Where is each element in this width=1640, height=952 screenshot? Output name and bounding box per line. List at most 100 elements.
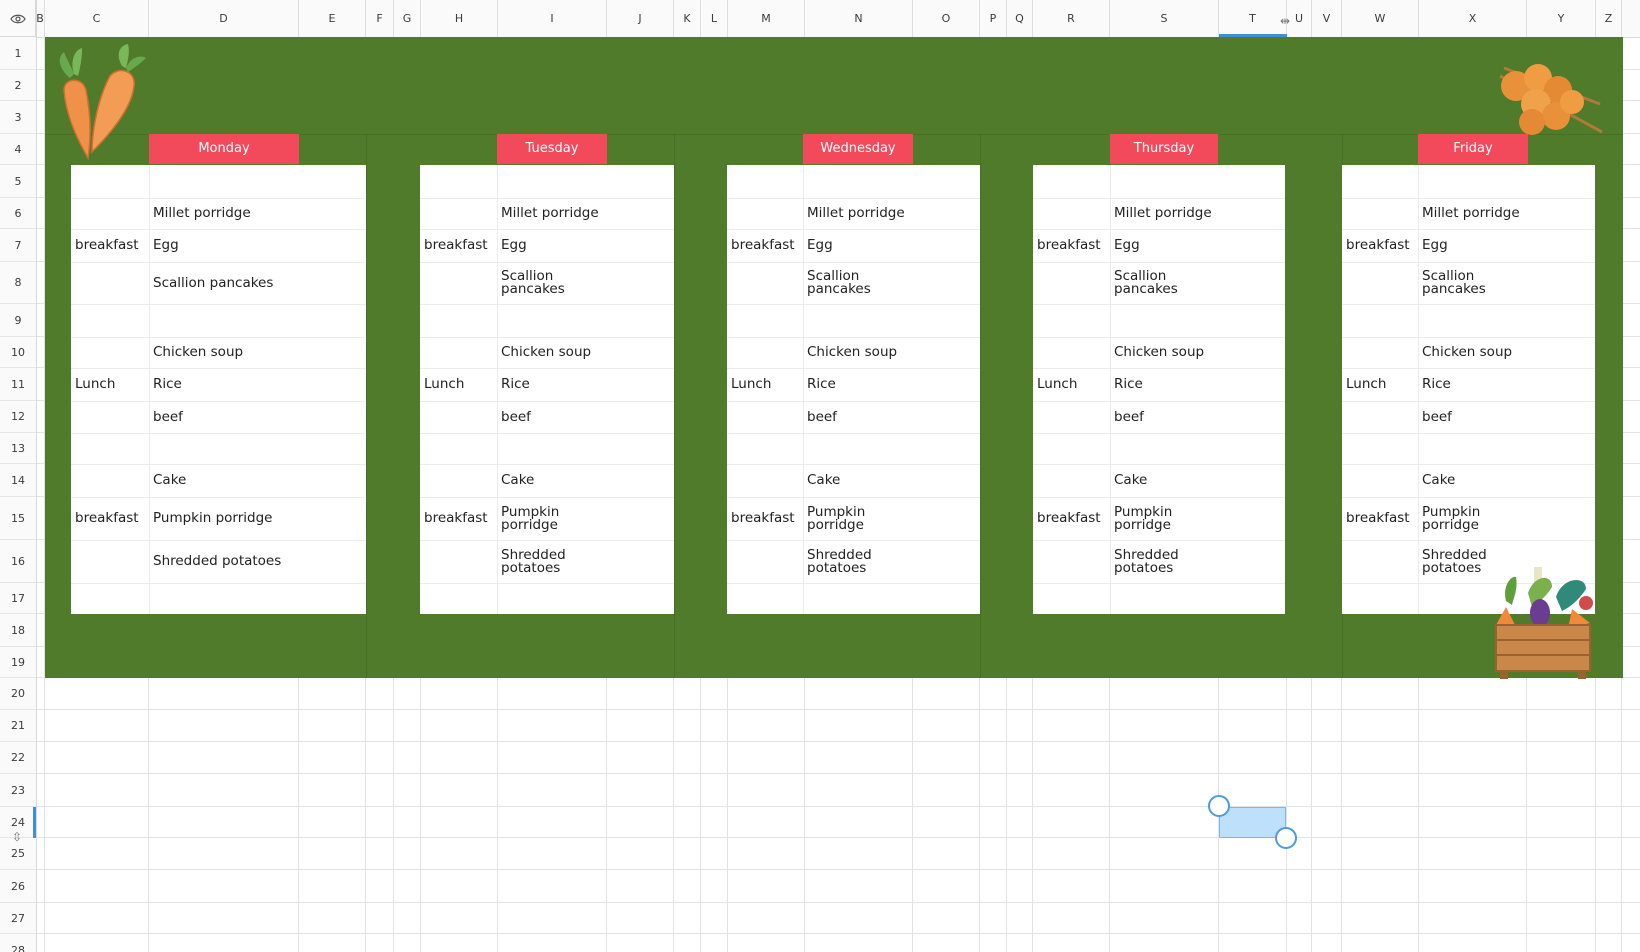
column-header-S[interactable]: S <box>1110 0 1219 37</box>
card-grid-line <box>71 433 366 434</box>
meal-label-breakfast: breakfast <box>1037 237 1101 253</box>
meal-label-lunch: Lunch <box>1346 376 1387 392</box>
menu-item-lunch: Rice <box>1114 376 1143 392</box>
menu-item-dinner: Cake <box>1114 472 1148 488</box>
column-header-Y[interactable]: Y <box>1527 0 1596 37</box>
meal-label-lunch: Lunch <box>424 376 465 392</box>
row-header-6[interactable]: 6 <box>0 198 36 229</box>
column-header-R[interactable]: R <box>1033 0 1110 37</box>
meal-label-dinner: breakfast <box>731 510 795 526</box>
row-header-21[interactable]: 21 <box>0 710 36 742</box>
menu-item-breakfast: Egg <box>1114 237 1140 253</box>
vegetable-basket-illustration <box>1495 567 1593 679</box>
column-header-T[interactable]: T <box>1219 0 1287 37</box>
column-header-C[interactable]: C <box>45 0 149 37</box>
column-header-Q[interactable]: Q <box>1007 0 1033 37</box>
card-grid-line <box>1033 583 1285 584</box>
column-header-B[interactable]: B <box>36 0 45 37</box>
menu-item-breakfast: Egg <box>807 237 833 253</box>
row-header-18[interactable]: 18 <box>0 614 36 647</box>
select-all-corner[interactable] <box>0 0 36 37</box>
card-grid-line <box>420 464 674 465</box>
menu-item-breakfast: Millet porridge <box>1114 205 1212 221</box>
row-header-11[interactable]: 11 <box>0 368 36 401</box>
menu-item-lunch: Chicken soup <box>807 344 898 360</box>
row-header-1[interactable]: 1 <box>0 38 36 70</box>
meal-label-breakfast: breakfast <box>731 237 795 253</box>
column-header-V[interactable]: V <box>1312 0 1342 37</box>
card-grid-line <box>1110 165 1111 614</box>
menu-item-lunch: beef <box>1422 408 1452 425</box>
day-tab-wednesday[interactable]: Wednesday <box>803 134 913 164</box>
menu-item-dinner: Pumpkin porridge <box>807 503 866 533</box>
menu-item-lunch: beef <box>501 408 531 425</box>
column-header-O[interactable]: O <box>913 0 980 37</box>
column-header-X[interactable]: X <box>1419 0 1527 37</box>
column-header-Z[interactable]: Z <box>1596 0 1622 37</box>
grid-row-line <box>37 709 1640 710</box>
menu-item-dinner: Pumpkin porridge <box>1114 503 1173 533</box>
menu-item-lunch: Chicken soup <box>501 344 592 360</box>
carrot-illustration <box>59 44 146 161</box>
meal-label-dinner: breakfast <box>424 510 488 526</box>
row-header-19[interactable]: 19 <box>0 647 36 678</box>
selection-handle-top-left[interactable] <box>1208 795 1230 817</box>
column-header-I[interactable]: I <box>498 0 607 37</box>
column-header-P[interactable]: P <box>980 0 1007 37</box>
row-header-12[interactable]: 12 <box>0 401 36 433</box>
day-tab-thursday[interactable]: Thursday <box>1110 134 1218 164</box>
day-tab-tuesday[interactable]: Tuesday <box>497 134 607 164</box>
row-header-28[interactable]: 28 <box>0 934 36 952</box>
row-header-4[interactable]: 4 <box>0 134 36 165</box>
card-grid-line <box>727 583 980 584</box>
row-header-16[interactable]: 16 <box>0 540 36 583</box>
column-header-W[interactable]: W <box>1342 0 1419 37</box>
row-header-26[interactable]: 26 <box>0 870 36 903</box>
menu-item-lunch: Chicken soup <box>1422 344 1513 360</box>
meal-label-breakfast: breakfast <box>75 237 139 253</box>
grid-row-line <box>37 902 1640 903</box>
row-header-3[interactable]: 3 <box>0 101 36 134</box>
row-header-10[interactable]: 10 <box>0 337 36 368</box>
row-header-8[interactable]: 8 <box>0 262 36 304</box>
row-header-2[interactable]: 2 <box>0 70 36 101</box>
column-header-N[interactable]: N <box>805 0 913 37</box>
row-header-23[interactable]: 23 <box>0 774 36 807</box>
row-header-20[interactable]: 20 <box>0 678 36 710</box>
row-header-17[interactable]: 17 <box>0 583 36 614</box>
row-header-13[interactable]: 13 <box>0 433 36 464</box>
column-header-D[interactable]: D <box>149 0 299 37</box>
row-header-9[interactable]: 9 <box>0 304 36 337</box>
menu-item-breakfast: Scallion pancakes <box>807 268 871 297</box>
column-header-M[interactable]: M <box>728 0 805 37</box>
card-grid-line <box>1342 401 1595 402</box>
column-header-F[interactable]: F <box>366 0 394 37</box>
column-header-L[interactable]: L <box>701 0 728 37</box>
column-resize-cursor-icon: ⇹ <box>1280 14 1291 28</box>
menu-item-lunch: Chicken soup <box>1114 344 1205 360</box>
selection-handle-bottom-right[interactable] <box>1275 827 1297 849</box>
row-header-22[interactable]: 22 <box>0 742 36 774</box>
day-tab-monday[interactable]: Monday <box>149 134 299 164</box>
row-header-27[interactable]: 27 <box>0 903 36 934</box>
column-header-H[interactable]: H <box>421 0 498 37</box>
row-header-7[interactable]: 7 <box>0 229 36 262</box>
row-header-14[interactable]: 14 <box>0 464 36 497</box>
column-header-E[interactable]: E <box>299 0 366 37</box>
row-header-15[interactable]: 15 <box>0 497 36 540</box>
row-header-5[interactable]: 5 <box>0 165 36 198</box>
column-header-G[interactable]: G <box>394 0 421 37</box>
grid-row-line <box>37 933 1640 934</box>
meal-label-lunch: Lunch <box>1037 376 1078 392</box>
spreadsheet-sheet[interactable]: BCDEFGHIJKLMNOPQRSTUVWXYZ 1 2 3 4 5 6 7 8 9 10 11 1… <box>0 0 1640 952</box>
card-grid-line <box>803 165 804 614</box>
column-header-J[interactable]: J <box>607 0 674 37</box>
menu-item-dinner: Shredded potatoes <box>807 546 872 576</box>
row-resize-cursor-icon: ⇳ <box>12 830 23 844</box>
card-grid-line <box>1342 433 1595 434</box>
menu-item-lunch: Chicken soup <box>153 344 244 360</box>
menu-item-lunch: Rice <box>501 376 530 392</box>
column-header-U[interactable]: U <box>1287 0 1312 37</box>
eye-icon[interactable] <box>10 13 26 25</box>
column-header-K[interactable]: K <box>674 0 701 37</box>
